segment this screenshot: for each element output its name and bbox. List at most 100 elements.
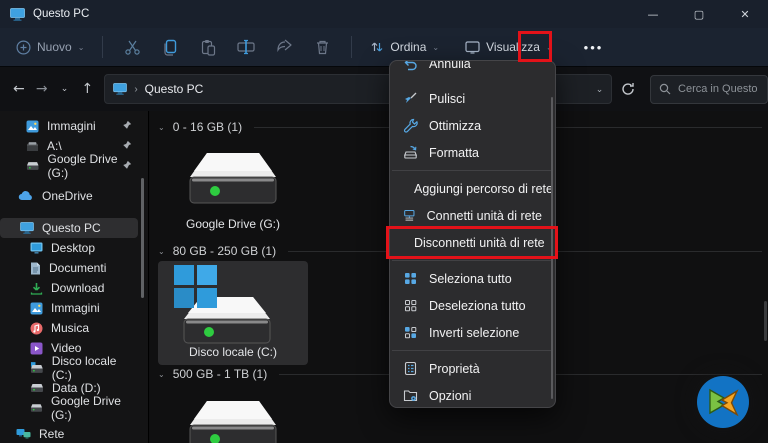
sidebar-item-disco-locale-c[interactable]: Disco locale (C:) — [0, 358, 138, 378]
search-box[interactable] — [650, 75, 768, 104]
search-input[interactable] — [678, 83, 759, 95]
forward-button[interactable]: → — [31, 75, 53, 103]
sidebar-item-questo-pc[interactable]: Questo PC — [0, 218, 138, 238]
menu-item-label: Disconnetti unità di rete — [414, 236, 545, 250]
menu-item-label: Deseleziona tutto — [429, 299, 526, 313]
menu-item-ottimizza[interactable]: Ottimizza — [390, 112, 555, 139]
paste-button[interactable] — [189, 39, 227, 56]
pictures-icon — [30, 302, 43, 315]
rename-button[interactable] — [227, 39, 265, 55]
sidebar-item-label: Questo PC — [42, 221, 101, 235]
drive-tile-disco-locale-c[interactable]: Disco locale (C:) — [158, 261, 308, 365]
search-icon — [659, 83, 671, 95]
address-dropdown-icon[interactable]: ⌄ — [596, 84, 604, 95]
menu-item-proprieta[interactable]: Proprietà — [390, 355, 555, 382]
sidebar-item-label: Data (D:) — [52, 381, 101, 395]
breadcrumb[interactable]: Questo PC — [145, 82, 204, 96]
hard-drive-icon — [185, 387, 281, 443]
format-drive-icon — [403, 145, 418, 160]
menu-scrollbar[interactable] — [551, 97, 553, 399]
menu-item-disconnetti-unita-di-rete[interactable]: Disconnetti unità di rete — [390, 229, 555, 256]
menu-item-seleziona-tutto[interactable]: Seleziona tutto — [390, 265, 555, 292]
share-button[interactable] — [265, 39, 303, 55]
music-icon — [30, 322, 43, 335]
sidebar-item-musica[interactable]: Musica — [0, 318, 138, 338]
cloud-icon — [18, 191, 34, 201]
toolbar-separator — [351, 36, 352, 58]
sort-arrows-icon — [370, 40, 384, 54]
maximize-button[interactable]: ▢ — [676, 0, 722, 28]
recent-locations-button[interactable]: ⌄ — [54, 75, 76, 103]
new-button-label: Nuovo — [37, 40, 72, 54]
chevron-down-icon: ⌄ — [78, 43, 85, 52]
sidebar-item-onedrive[interactable]: OneDrive — [0, 186, 138, 206]
menu-item-opzioni[interactable]: Opzioni — [390, 382, 555, 408]
up-button[interactable]: ↑ — [76, 75, 98, 103]
pictures-icon — [26, 120, 39, 133]
menu-item-inverti-selezione[interactable]: Inverti selezione — [390, 319, 555, 346]
menu-item-aggiungi-percorso-di-rete[interactable]: Aggiungi percorso di rete — [390, 175, 555, 202]
file-explorer-window: Questo PC — ▢ ✕ Nuovo ⌄ — [0, 0, 768, 443]
sidebar-item-desktop[interactable]: Desktop — [0, 238, 138, 258]
drive-tile-partial[interactable] — [158, 387, 308, 443]
navigation-bar: ← → ⌄ ↑ › Questo PC ⌄ — [0, 67, 768, 111]
collapse-chevron-icon[interactable]: ⌄ — [158, 370, 165, 379]
refresh-button[interactable] — [612, 75, 644, 103]
sidebar-item-google-drive[interactable]: Google Drive (G:) — [0, 398, 138, 418]
pin-icon — [122, 160, 132, 170]
this-pc-icon — [113, 83, 127, 95]
sidebar-item-label: Download — [51, 281, 104, 295]
collapse-chevron-icon[interactable]: ⌄ — [158, 247, 165, 256]
menu-item-label: Inverti selezione — [429, 326, 519, 340]
group-header-label: 0 - 16 GB (1) — [173, 120, 242, 134]
broom-icon — [403, 91, 418, 106]
drive-tile-google-drive[interactable]: Google Drive (G:) — [158, 139, 308, 231]
copy-button[interactable] — [151, 39, 189, 56]
breadcrumb-chevron-icon: › — [134, 84, 137, 95]
menu-item-label: Ottimizza — [429, 119, 481, 133]
view-button[interactable]: Visualizza ⌄ — [457, 34, 561, 60]
collapse-chevron-icon[interactable]: ⌄ — [158, 123, 165, 132]
menu-divider — [392, 350, 553, 351]
toolbar-separator — [102, 36, 103, 58]
sidebar-item-download[interactable]: Download — [0, 278, 138, 298]
cut-button[interactable] — [113, 39, 151, 56]
new-button[interactable]: Nuovo ⌄ — [8, 34, 92, 61]
command-bar: Nuovo ⌄ Ordina ⌄ — [0, 28, 768, 67]
menu-item-connetti-unita-di-rete[interactable]: Connetti unità di rete — [390, 202, 555, 229]
sidebar-item-google-drive-pinned[interactable]: Google Drive (G:) — [0, 156, 138, 176]
download-icon — [30, 282, 43, 295]
menu-item-formatta[interactable]: Formatta — [390, 139, 555, 166]
menu-item-label: Formatta — [429, 146, 479, 160]
menu-divider — [392, 260, 553, 261]
sidebar-item-immagini[interactable]: Immagini — [0, 298, 138, 318]
sidebar-item-immagini-pinned[interactable]: Immagini — [0, 116, 138, 136]
see-more-button[interactable]: ••• — [575, 36, 613, 59]
sidebar-scrollbar[interactable] — [141, 178, 144, 298]
deselect-all-icon — [403, 298, 418, 313]
menu-item-label: Opzioni — [429, 389, 471, 403]
minimize-button[interactable]: — — [630, 0, 676, 28]
sort-button[interactable]: Ordina ⌄ — [362, 34, 447, 60]
sidebar-item-label: Immagini — [47, 119, 96, 133]
title-bar: Questo PC — ▢ ✕ — [0, 0, 768, 28]
this-pc-icon — [10, 8, 25, 21]
menu-divider — [392, 170, 553, 171]
window-title: Questo PC — [33, 8, 89, 20]
menu-item-deseleziona-tutto[interactable]: Deseleziona tutto — [390, 292, 555, 319]
sidebar-item-rete[interactable]: Rete — [0, 424, 138, 443]
map-network-drive-icon — [403, 208, 416, 223]
sidebar-item-documenti[interactable]: Documenti — [0, 258, 138, 278]
delete-button[interactable] — [303, 39, 341, 55]
menu-item-annulla[interactable]: Annulla — [390, 60, 555, 77]
menu-item-label: Proprietà — [429, 362, 480, 376]
group-header-label: 80 GB - 250 GB (1) — [173, 244, 276, 258]
close-button[interactable]: ✕ — [722, 0, 768, 28]
navigation-pane: Immagini A:\ Google Drive (G:) OneDrive — [0, 111, 149, 443]
content-scrollbar[interactable] — [764, 301, 767, 341]
back-button[interactable]: ← — [8, 75, 30, 103]
sidebar-item-label: Google Drive (G:) — [51, 394, 138, 422]
menu-item-label: Seleziona tutto — [429, 272, 512, 286]
sidebar-item-label: Musica — [51, 321, 89, 335]
menu-item-pulisci[interactable]: Pulisci — [390, 85, 555, 112]
